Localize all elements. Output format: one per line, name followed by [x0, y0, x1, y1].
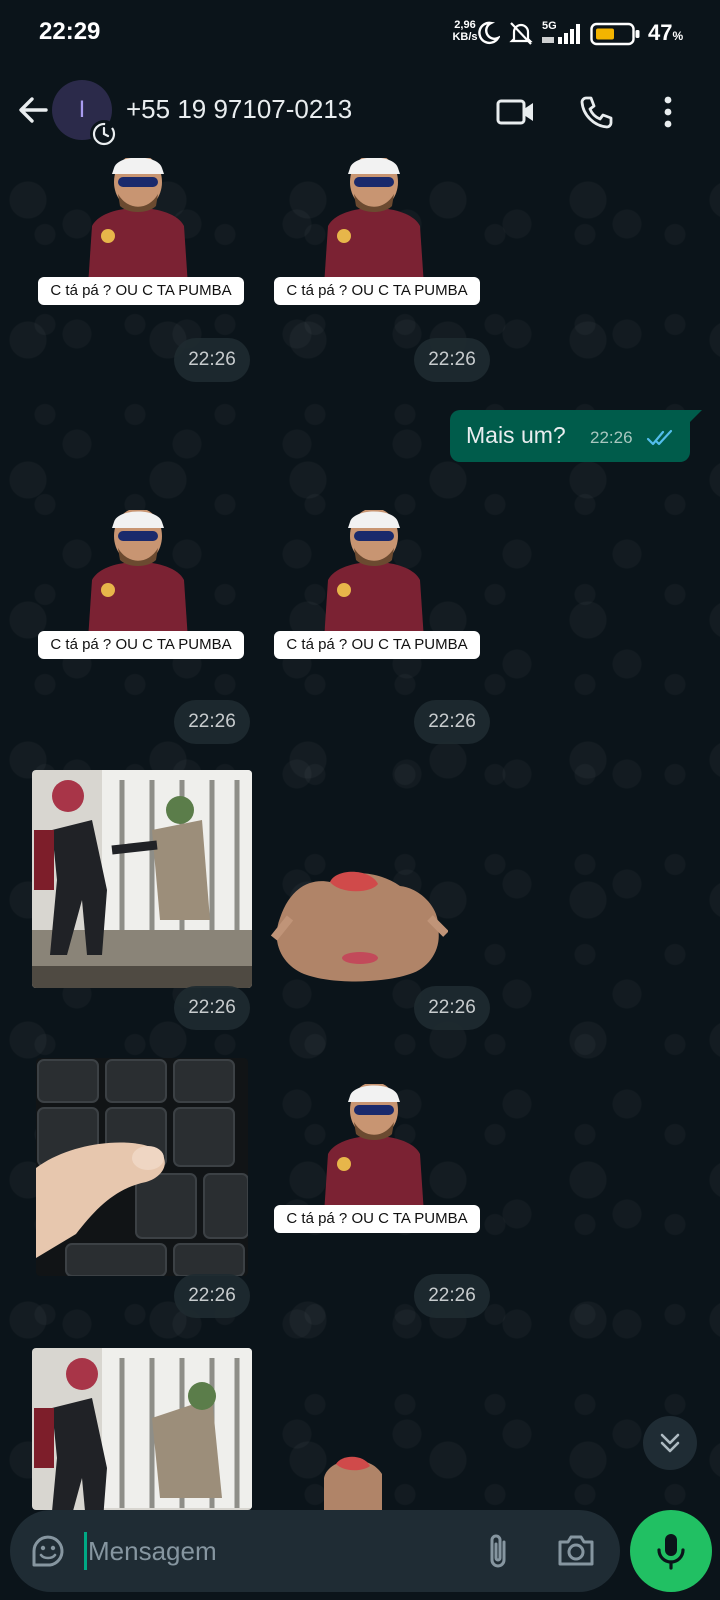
sticker-person-image — [88, 510, 188, 640]
status-bar: 22:29 2,96 KB/s 5G 47% — [0, 0, 720, 68]
street-fight-gif-image — [32, 770, 252, 988]
read-receipt-icon — [646, 429, 673, 446]
animated-sticker[interactable] — [32, 1348, 252, 1510]
sticker-message[interactable]: C tá pá ? OU C TA PUMBA — [38, 510, 248, 670]
animated-sticker[interactable] — [36, 1058, 248, 1276]
battery-icon — [590, 22, 640, 46]
more-vertical-icon — [664, 96, 672, 128]
street-fight-gif-image — [32, 1348, 252, 1510]
dog-sticker-image — [324, 1456, 382, 1510]
sticker-person-image — [324, 510, 424, 640]
chat-messages[interactable]: C tá pá ? OU C TA PUMBA C tá pá ? OU C T… — [0, 158, 720, 1510]
sticker-message[interactable]: C tá pá ? OU C TA PUMBA — [274, 158, 484, 316]
message-input-box[interactable] — [10, 1510, 620, 1592]
back-button[interactable] — [12, 88, 56, 132]
battery-percent: 47% — [648, 20, 684, 45]
sticker-message[interactable]: C tá pá ? OU C TA PUMBA — [38, 158, 248, 316]
voice-message-button[interactable] — [630, 1510, 712, 1592]
arrow-left-icon — [19, 97, 48, 123]
animated-sticker[interactable] — [318, 1448, 388, 1510]
message-composer — [0, 1510, 720, 1600]
message-time: 22:26 — [414, 1274, 490, 1318]
sticker-message[interactable]: C tá pá ? OU C TA PUMBA — [274, 1084, 484, 1244]
sticker-caption: C tá pá ? OU C TA PUMBA — [38, 277, 244, 305]
double-chevron-down-icon — [660, 1433, 680, 1453]
sticker-icon — [32, 1535, 64, 1567]
sticker-message[interactable]: C tá pá ? OU C TA PUMBA — [274, 510, 484, 670]
outgoing-message[interactable]: Mais um? 22:26 — [450, 410, 690, 462]
keyboard-finger-gif-image — [36, 1058, 248, 1276]
sticker-caption: C tá pá ? OU C TA PUMBA — [274, 277, 480, 305]
message-time: 22:26 — [414, 986, 490, 1030]
more-options-button[interactable] — [644, 88, 692, 136]
sticker-button[interactable] — [28, 1531, 68, 1571]
paperclip-icon — [490, 1534, 506, 1568]
battery-percent-sign: % — [672, 29, 684, 43]
animated-sticker[interactable] — [270, 858, 448, 986]
sticker-person-image — [324, 158, 424, 286]
muted-bell-icon — [509, 22, 533, 45]
message-time: 22:26 — [414, 700, 490, 744]
voice-call-button[interactable] — [572, 88, 620, 136]
status-time: 22:29 — [39, 18, 101, 45]
sticker-caption: C tá pá ? OU C TA PUMBA — [38, 631, 244, 659]
do-not-disturb-moon-icon — [478, 21, 500, 45]
disappearing-messages-badge — [90, 120, 118, 148]
bubble-tail — [688, 410, 702, 424]
sticker-person-image — [88, 158, 188, 286]
camera-button[interactable] — [554, 1530, 598, 1572]
message-time: 22:26 — [174, 1274, 250, 1318]
sticker-person-image — [324, 1084, 424, 1214]
dog-sticker-image — [270, 871, 448, 982]
message-time: 22:26 — [590, 428, 633, 447]
text-cursor — [84, 1532, 87, 1570]
message-time: 22:26 — [174, 338, 250, 382]
microphone-icon — [657, 1534, 685, 1570]
message-input[interactable] — [88, 1528, 458, 1574]
timer-icon — [92, 122, 116, 146]
message-time: 22:26 — [174, 700, 250, 744]
signal-icon — [542, 24, 580, 44]
sticker-caption: C tá pá ? OU C TA PUMBA — [274, 631, 480, 659]
phone-icon — [580, 96, 613, 129]
animated-sticker[interactable] — [32, 770, 252, 988]
video-call-button[interactable] — [492, 88, 540, 136]
video-call-icon — [496, 99, 533, 125]
camera-icon — [558, 1535, 594, 1566]
message-time: 22:26 — [174, 986, 250, 1030]
sticker-caption: C tá pá ? OU C TA PUMBA — [274, 1205, 480, 1233]
contact-name[interactable]: +55 19 97107-0213 — [126, 94, 352, 125]
message-text: Mais um? — [466, 422, 566, 448]
scroll-to-bottom-button[interactable] — [643, 1416, 697, 1470]
avatar-initial: I — [78, 96, 86, 123]
message-time: 22:26 — [414, 338, 490, 382]
chat-header: I +55 19 97107-0213 — [0, 68, 720, 158]
attach-button[interactable] — [478, 1530, 518, 1572]
